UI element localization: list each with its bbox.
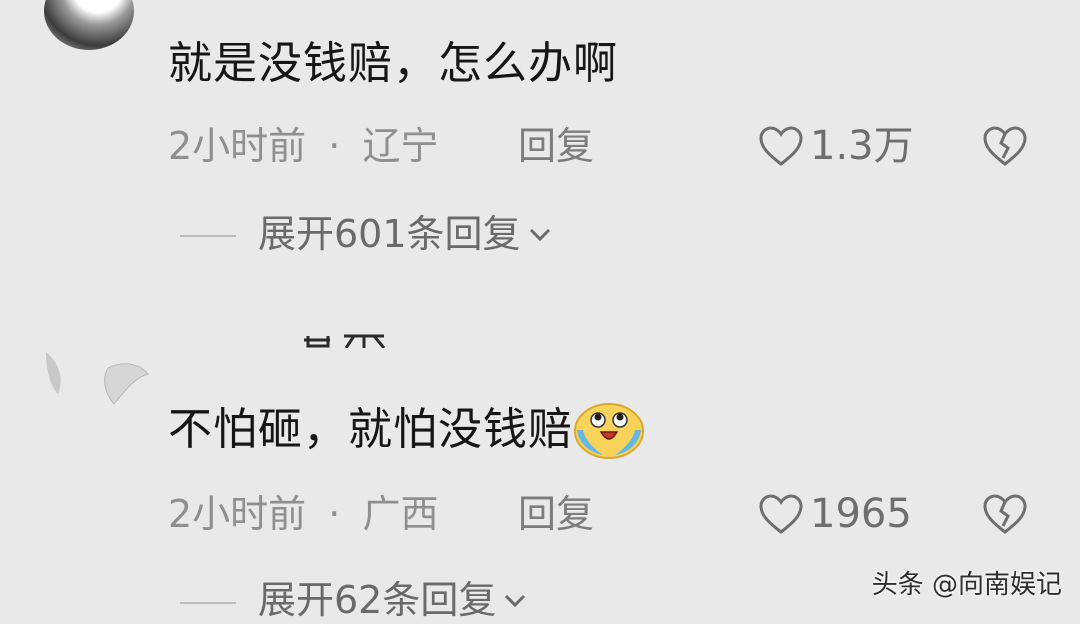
- broken-heart-icon: [983, 126, 1027, 166]
- expand-divider: [180, 235, 236, 237]
- dislike-button[interactable]: [982, 493, 1028, 539]
- watermark: 头条 @向南娱记: [871, 570, 1062, 600]
- chevron-down-icon: [529, 228, 550, 242]
- heart-icon: [759, 126, 803, 166]
- expand-replies-button[interactable]: 展开601条回复: [258, 210, 553, 258]
- crying-laughing-emoji-icon: [573, 400, 645, 460]
- comment-time: 2小时前 · 广西: [168, 490, 438, 538]
- like-button[interactable]: 1.3万: [758, 122, 914, 170]
- comment-text-row: 不怕砸，就怕没钱赔: [168, 400, 645, 460]
- time-label: 2小时前: [168, 124, 307, 168]
- comment-time: 2小时前 · 辽宁: [168, 122, 438, 170]
- broken-heart-icon: [983, 494, 1027, 534]
- dislike-button[interactable]: [982, 125, 1028, 171]
- reply-button[interactable]: 回复: [518, 490, 594, 538]
- like-button[interactable]: 1965: [758, 490, 912, 538]
- like-count: 1.3万: [810, 123, 914, 169]
- comment-text: 不怕砸，就怕没钱赔: [168, 404, 573, 455]
- location-label: 辽宁: [362, 124, 439, 168]
- meta-separator: ·: [328, 124, 341, 168]
- location-label: 广西: [362, 492, 439, 536]
- reply-button[interactable]: 回复: [518, 122, 594, 170]
- meta-separator: ·: [328, 492, 341, 536]
- heart-icon: [759, 494, 803, 534]
- username-partial: [300, 326, 390, 348]
- expand-divider: [180, 602, 236, 604]
- like-count: 1965: [810, 491, 912, 537]
- avatar[interactable]: [44, 348, 154, 408]
- comment-text: 就是没钱赔，怎么办啊: [168, 38, 618, 89]
- chevron-down-icon: [505, 594, 526, 608]
- expand-replies-label: 展开601条回复: [258, 212, 521, 256]
- time-label: 2小时前: [168, 492, 307, 536]
- avatar[interactable]: [44, 0, 134, 50]
